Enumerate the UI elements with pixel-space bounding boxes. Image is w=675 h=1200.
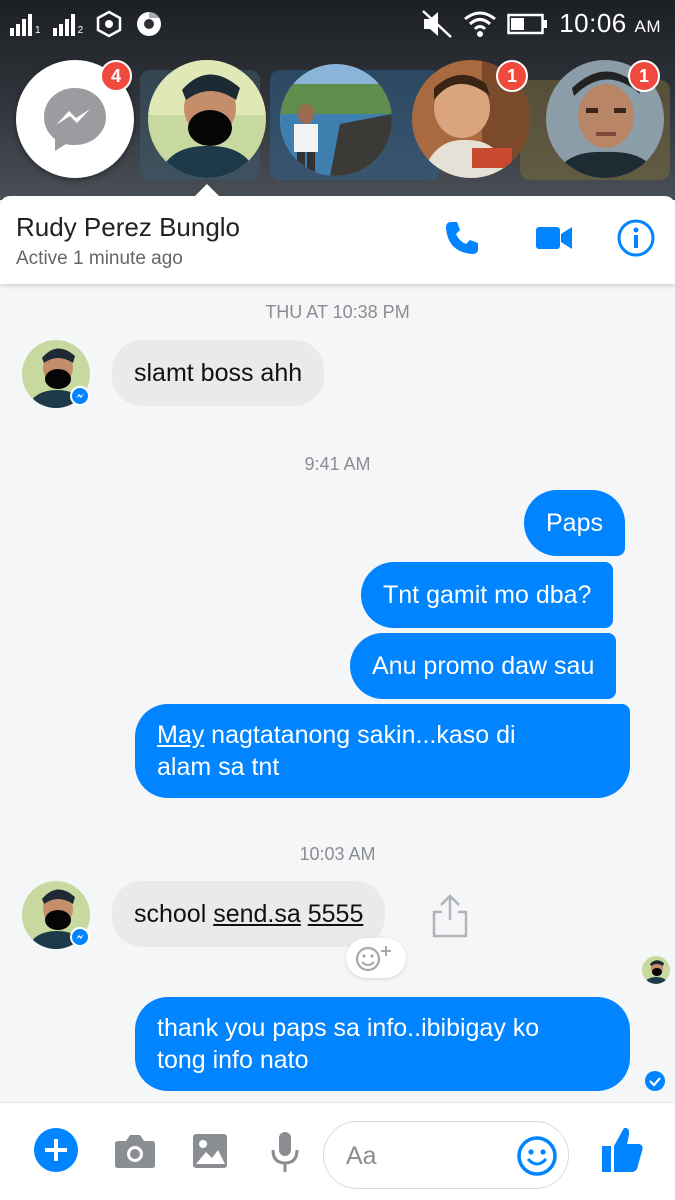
outgoing-message[interactable]: Paps xyxy=(524,490,625,556)
message-timestamp: THU AT 10:38 PM xyxy=(265,302,410,322)
like-thumbs-up-icon[interactable] xyxy=(600,1125,644,1175)
wifi-icon xyxy=(464,11,497,37)
messenger-badge-icon xyxy=(70,386,90,406)
settings-hexagon-icon xyxy=(96,10,122,38)
message-input-container xyxy=(323,1121,569,1189)
message-text: slamt boss ahh xyxy=(134,359,303,387)
gallery-icon[interactable] xyxy=(192,1133,228,1169)
contact-name[interactable]: Rudy Perez Bunglo xyxy=(16,212,240,243)
message-text: thank you paps sa info..ibibigay ko xyxy=(157,1014,540,1042)
notification-badge: 1 xyxy=(496,60,528,92)
sim1-label: 1 xyxy=(35,25,41,36)
incoming-message[interactable]: school send.sa 5555 xyxy=(112,881,386,947)
message-text: Paps xyxy=(546,509,603,537)
microphone-icon[interactable] xyxy=(270,1131,300,1175)
chrome-icon xyxy=(137,11,162,36)
contact-active-status: Active 1 minute ago xyxy=(16,248,183,269)
outgoing-message[interactable]: May nagtatanong sakin...kaso di alam sa … xyxy=(135,704,630,798)
messenger-badge-icon xyxy=(70,927,90,947)
message-text: school xyxy=(134,900,214,928)
message-text: Tnt gamit mo dba? xyxy=(383,581,592,609)
message-composer xyxy=(0,1102,675,1200)
message-input[interactable] xyxy=(346,1140,516,1172)
message-text: alam sa tnt xyxy=(157,753,280,781)
video-call-icon[interactable] xyxy=(534,218,574,258)
share-icon[interactable] xyxy=(430,892,470,938)
mute-icon xyxy=(422,9,453,38)
message-text: Anu promo daw sau xyxy=(372,652,595,680)
add-reaction-icon xyxy=(355,946,391,972)
message-link[interactable]: May xyxy=(157,721,204,749)
read-receipt-avatar xyxy=(642,956,670,984)
message-text: nagtatanong sakin...kaso di xyxy=(204,721,516,749)
conversation-header: Rudy Perez Bunglo Active 1 minute ago xyxy=(0,196,675,284)
message-link[interactable]: 5555 xyxy=(308,898,364,930)
message-timestamp: 10:03 AM xyxy=(299,844,376,864)
contact-avatar-photo xyxy=(148,60,266,178)
status-bar: 1 2 10:06 AM xyxy=(0,0,675,48)
chat-heads-bar: 4 1 1 xyxy=(0,60,675,185)
contact-chat-head[interactable] xyxy=(280,64,392,176)
contact-chat-head-active[interactable] xyxy=(148,60,266,178)
clock-ampm: AM xyxy=(634,17,661,36)
clock: 10:06 AM xyxy=(559,8,661,39)
message-timestamp: 9:41 AM xyxy=(304,454,371,474)
emoji-icon[interactable] xyxy=(516,1135,558,1177)
incoming-message[interactable]: slamt boss ahh xyxy=(112,340,325,406)
message-thread[interactable]: THU AT 10:38 PM slamt boss ahh 9:41 AM P… xyxy=(0,284,675,1102)
notification-badge: 1 xyxy=(628,60,660,92)
delivered-check-icon xyxy=(645,1071,665,1091)
message-text: tong info nato xyxy=(157,1046,309,1074)
add-reaction-button[interactable] xyxy=(346,938,406,978)
notification-badge: 4 xyxy=(100,60,132,92)
plus-icon[interactable] xyxy=(33,1127,79,1173)
clock-time: 10:06 xyxy=(559,8,627,38)
message-link[interactable]: send.sa xyxy=(213,898,301,930)
battery-icon xyxy=(507,13,548,34)
messenger-logo-icon xyxy=(44,88,106,151)
signal-sim1-icon: 1 xyxy=(10,12,41,36)
outgoing-message[interactable]: Anu promo daw sau xyxy=(350,633,617,699)
phone-call-icon[interactable] xyxy=(442,218,482,258)
read-receipt-photo xyxy=(642,956,670,984)
camera-icon[interactable] xyxy=(114,1133,156,1169)
info-icon[interactable] xyxy=(616,218,656,258)
sim2-label: 2 xyxy=(77,25,84,36)
outgoing-message[interactable]: thank you paps sa info..ibibigay ko tong… xyxy=(135,997,630,1091)
signal-sim2-icon: 2 xyxy=(52,12,84,36)
outgoing-message[interactable]: Tnt gamit mo dba? xyxy=(361,562,614,628)
contact-avatar-photo xyxy=(280,64,392,176)
